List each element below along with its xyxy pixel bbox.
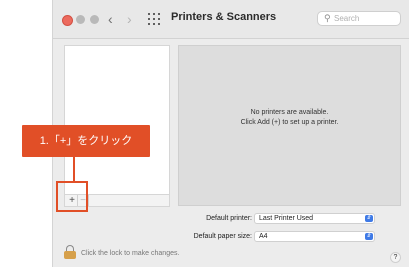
default-printer-value: Last Printer Used	[259, 215, 314, 222]
zoom-window-button[interactable]	[90, 15, 99, 24]
magnifier-icon: ⚲	[324, 13, 331, 23]
annotation-highlight-box	[56, 181, 88, 212]
show-all-grid-icon[interactable]	[148, 13, 160, 25]
lock-icon[interactable]	[64, 245, 76, 259]
minimize-window-button[interactable]	[76, 15, 85, 24]
search-field[interactable]: ⚲	[317, 11, 401, 26]
search-input[interactable]	[334, 12, 396, 25]
default-paper-size-popup[interactable]: A4 ⇵	[254, 231, 375, 242]
lock-message: Click the lock to make changes.	[81, 250, 180, 257]
popup-arrows-icon: ⇵	[365, 233, 373, 240]
annotation-pointer-line	[73, 157, 75, 182]
popup-arrows-icon: ⇵	[365, 215, 373, 222]
empty-state-hint: Click Add (+) to set up a printer.	[240, 119, 339, 126]
back-button[interactable]: ‹	[108, 10, 113, 28]
printer-detail-panel: No printers are available. Click Add (+)…	[178, 45, 401, 206]
default-paper-size-label: Default paper size:	[193, 233, 252, 240]
window-title: Printers & Scanners	[171, 11, 277, 23]
default-printer-label: Default printer:	[206, 215, 252, 222]
help-button[interactable]: ?	[390, 252, 401, 263]
forward-button[interactable]: ›	[127, 10, 132, 28]
empty-state-message: No printers are available.	[250, 109, 329, 116]
close-window-button[interactable]	[62, 15, 73, 26]
title-bar: ‹ › Printers & Scanners ⚲	[53, 0, 409, 39]
default-printer-popup[interactable]: Last Printer Used ⇵	[254, 213, 375, 224]
annotation-callout: 1.「+」をクリック	[22, 125, 150, 157]
default-paper-size-value: A4	[259, 233, 268, 240]
printer-list[interactable]	[64, 45, 170, 195]
